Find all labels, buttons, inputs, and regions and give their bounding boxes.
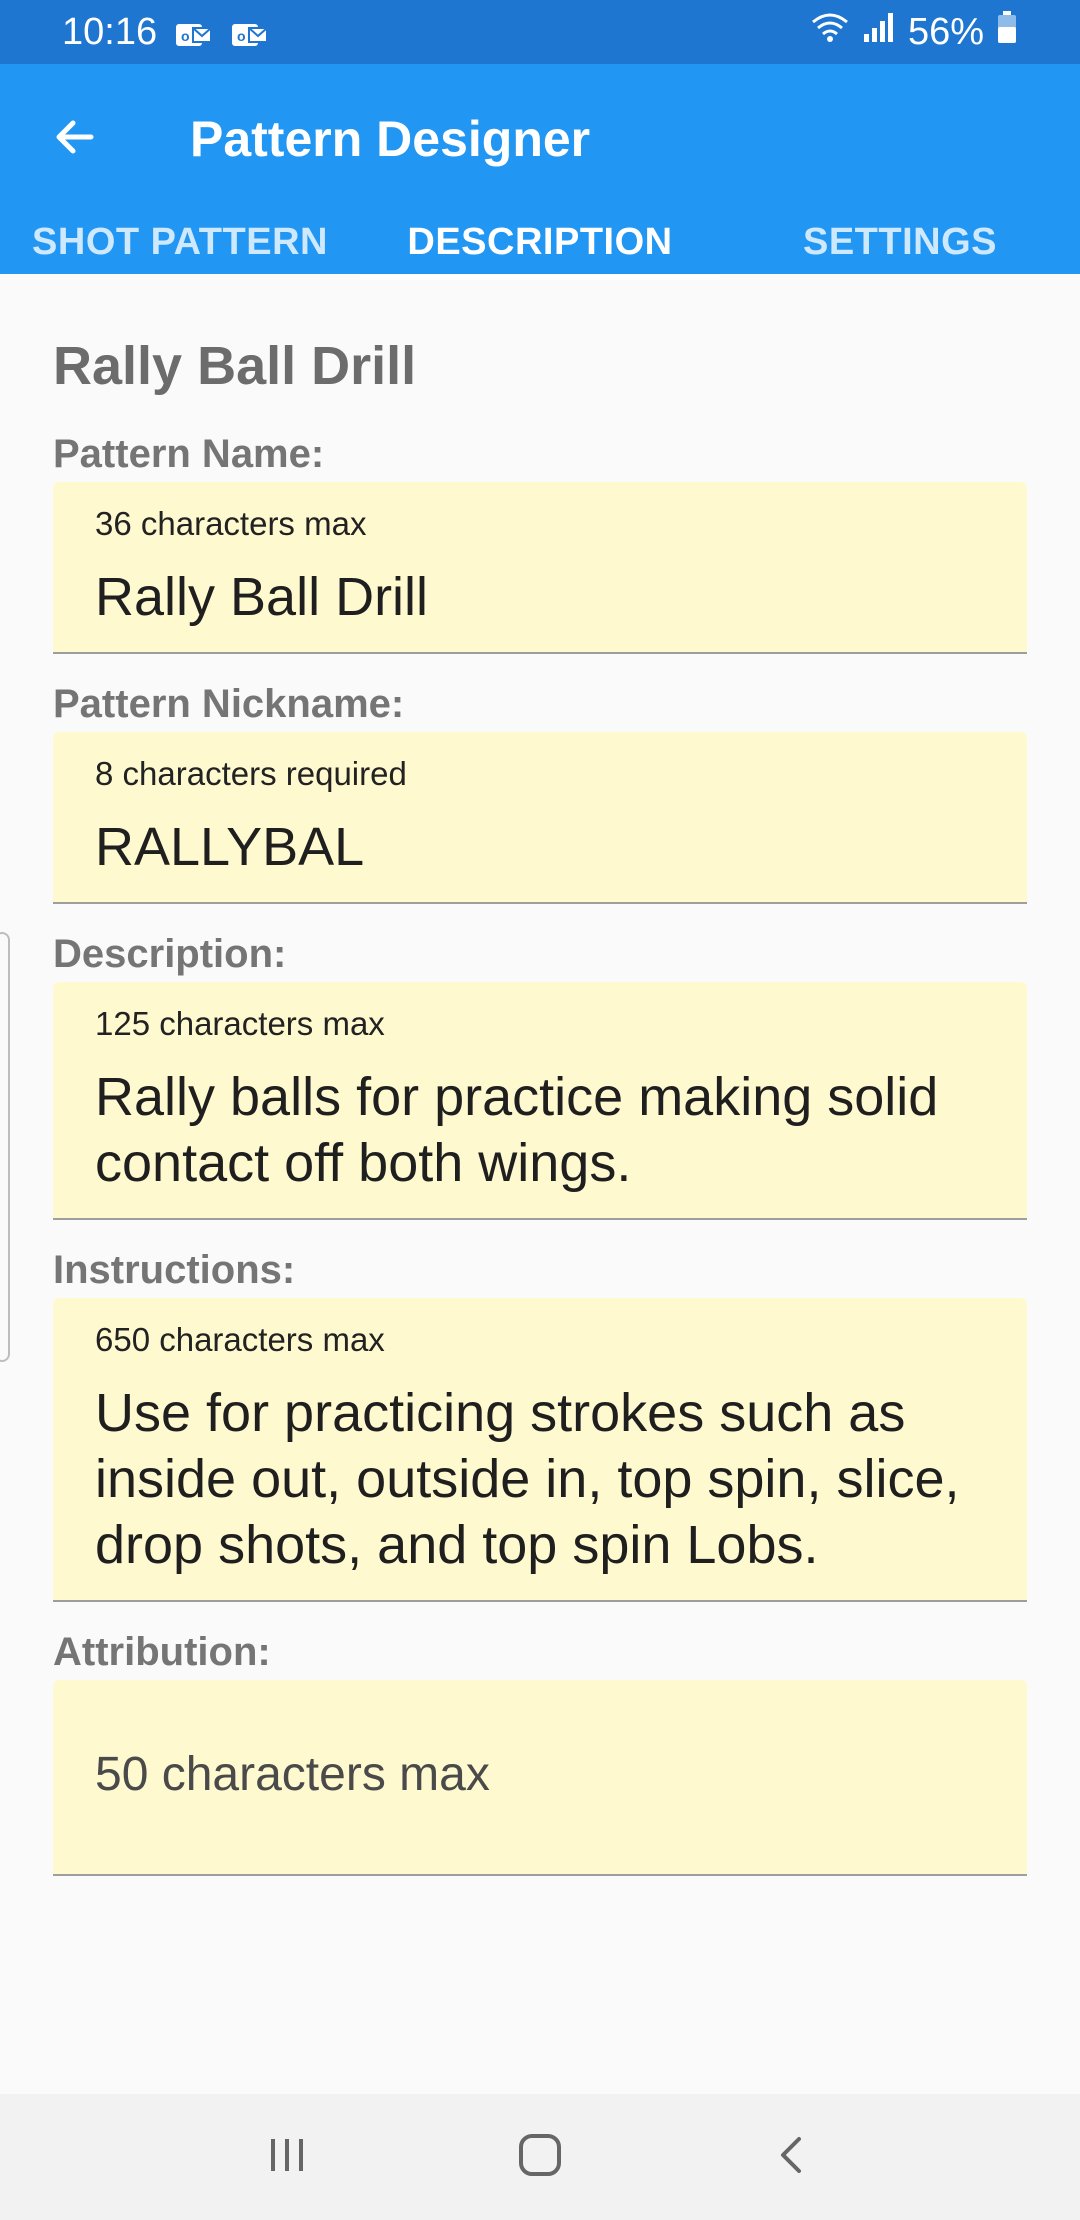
status-right: 56%	[810, 10, 1018, 54]
svg-text:o: o	[237, 28, 246, 44]
attribution-label: Attribution:	[53, 1630, 271, 1674]
recent-apps-icon	[265, 2133, 309, 2182]
battery-percent: 56%	[907, 10, 984, 53]
signal-icon	[862, 10, 896, 54]
system-nav-bar	[0, 2094, 1080, 2220]
attribution-placeholder: 50 characters max	[95, 1748, 490, 1801]
mail-notification-icon: o	[175, 17, 213, 47]
pattern-nickname-hint: 8 characters required	[95, 755, 407, 792]
pattern-nickname-input[interactable]: 8 characters required RALLYBAL	[53, 732, 1027, 904]
status-time: 10:16	[62, 10, 158, 53]
status-left: 10:16 o o	[62, 11, 269, 54]
pattern-heading: Rally Ball Drill	[53, 336, 417, 396]
back-button[interactable]	[40, 104, 110, 174]
arrow-left-icon	[51, 113, 99, 166]
mail-notification-icon: o	[231, 17, 269, 47]
wifi-icon	[810, 10, 850, 54]
description-form: Rally Ball Drill Pattern Name: 36 charac…	[0, 336, 1080, 2094]
instructions-value: Use for practicing strokes such as insid…	[95, 1383, 960, 1575]
description-input[interactable]: 125 characters max Rally balls for pract…	[53, 982, 1027, 1220]
description-hint: 125 characters max	[95, 1005, 385, 1042]
back-icon	[771, 2133, 815, 2182]
toolbar: Pattern Designer	[0, 64, 1080, 210]
battery-icon	[996, 10, 1018, 54]
tab-bar: SHOT PATTERN DESCRIPTION SETTINGS	[0, 210, 1080, 280]
app-bar: Pattern Designer SHOT PATTERN DESCRIPTIO…	[0, 64, 1080, 280]
tab-shot-pattern[interactable]: SHOT PATTERN	[0, 210, 360, 274]
pattern-name-input[interactable]: 36 characters max Rally Ball Drill	[53, 482, 1027, 654]
instructions-input[interactable]: 650 characters max Use for practicing st…	[53, 1298, 1027, 1602]
attribution-input[interactable]: 50 characters max	[53, 1680, 1027, 1876]
pattern-name-label: Pattern Name:	[53, 432, 325, 476]
home-button[interactable]	[500, 2117, 580, 2197]
tab-description[interactable]: DESCRIPTION	[360, 210, 720, 280]
app-title: Pattern Designer	[190, 111, 591, 167]
home-icon	[516, 2131, 564, 2184]
back-nav-button[interactable]	[753, 2117, 833, 2197]
instructions-label: Instructions:	[53, 1248, 296, 1292]
recent-apps-button[interactable]	[247, 2117, 327, 2197]
tab-settings[interactable]: SETTINGS	[720, 210, 1080, 274]
pattern-name-value: Rally Ball Drill	[95, 567, 429, 627]
instructions-hint: 650 characters max	[95, 1321, 385, 1358]
pattern-name-hint: 36 characters max	[95, 505, 367, 542]
description-value: Rally balls for practice making solid co…	[95, 1067, 939, 1193]
status-bar: 10:16 o o 56%	[0, 0, 1080, 64]
svg-text:o: o	[181, 28, 190, 44]
description-label: Description:	[53, 932, 287, 976]
pattern-nickname-value: RALLYBAL	[95, 817, 365, 877]
pattern-nickname-label: Pattern Nickname:	[53, 682, 405, 726]
